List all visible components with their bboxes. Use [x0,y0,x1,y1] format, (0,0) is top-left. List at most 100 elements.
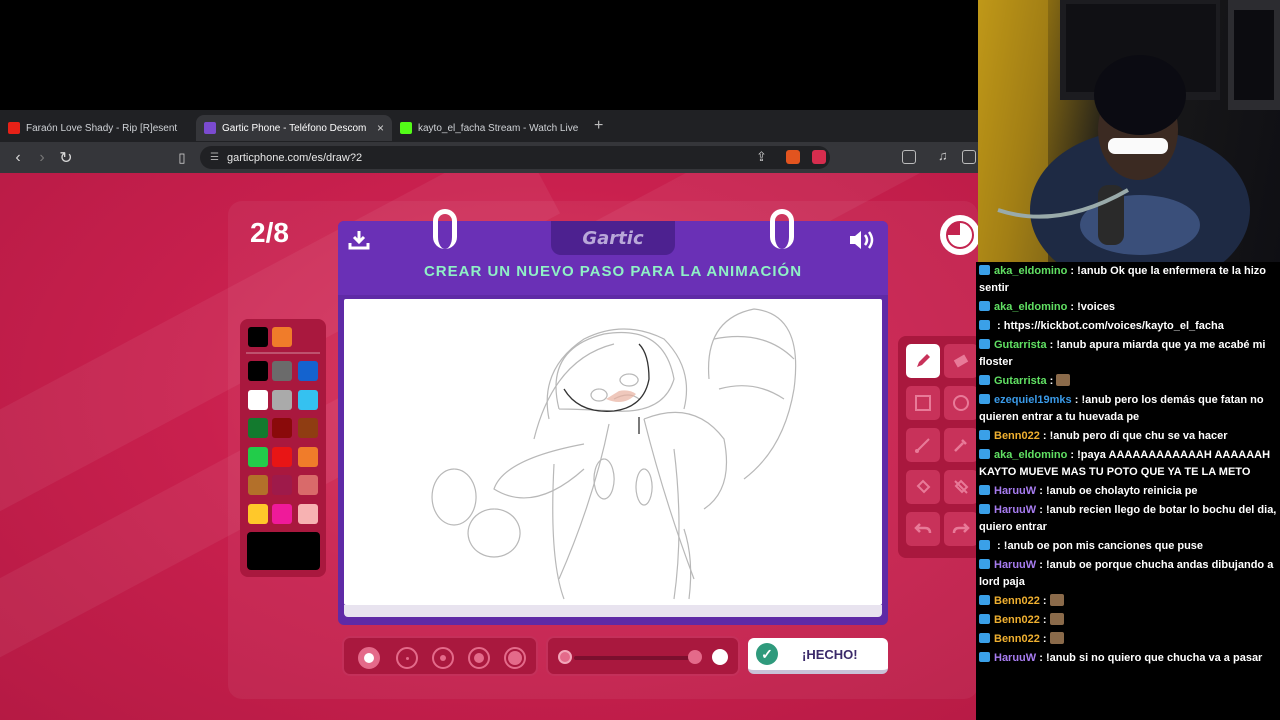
chat-username[interactable]: Benn022 [994,430,1040,442]
selected-color-preview [247,532,320,570]
circle-icon [953,395,969,411]
undo-icon [914,523,932,534]
color-swatch[interactable] [248,389,268,410]
chat-username[interactable]: Benn022 [994,633,1040,645]
color-swatch[interactable] [248,361,268,381]
tab-youtube[interactable]: Faraón Love Shady - Rip [R]esent [0,115,196,141]
bookmark-icon[interactable]: ▯ [170,150,194,166]
forward-icon[interactable]: › [30,149,54,167]
reload-icon[interactable]: ↻ [54,148,78,168]
chat-username[interactable]: HaruuW [994,485,1036,497]
chat-message: HaruuW : !anub si no quiero que chucha v… [976,649,1280,668]
color-swatch[interactable] [298,389,318,410]
brave-rewards-icon[interactable] [812,150,826,164]
drawing-canvas[interactable] [344,299,882,605]
size-option-3[interactable] [432,647,454,669]
address-bar[interactable]: ☰ garticphone.com/es/draw?2 [200,146,830,169]
chat-message: aka_eldomino : !voices [976,298,1280,317]
no-fill-tool[interactable] [944,470,978,504]
color-swatch[interactable] [298,475,318,495]
no-fill-icon [954,479,969,494]
emote-icon [1049,632,1064,644]
size-option-1[interactable] [358,647,380,669]
tab-label: Faraón Love Shady - Rip [R]esent [26,122,178,134]
kick-badge-icon [979,595,990,605]
color-swatch[interactable] [272,327,292,347]
chat-message: : !anub oe pon mis canciones que puse [976,537,1280,556]
color-swatch[interactable] [298,503,318,524]
tab-label: Gartic Phone - Teléfono Descom [222,122,367,134]
undo-tool[interactable] [906,512,940,546]
ellipse-tool[interactable] [944,386,978,420]
chat-username[interactable]: aka_eldomino [994,301,1067,313]
media-icon[interactable]: ♫ [938,148,952,163]
reader-icon[interactable] [962,150,976,164]
opacity-handle[interactable] [688,650,702,664]
color-swatch[interactable] [298,361,318,381]
timer-icon [940,215,978,255]
eraser-tool[interactable] [944,344,978,378]
chat-username[interactable]: HaruuW [994,652,1036,664]
chat-separator: : [1039,595,1050,607]
back-icon[interactable]: ‹ [6,149,30,167]
brave-shield-icon[interactable] [786,150,800,164]
size-option-2[interactable] [396,647,418,669]
color-swatch[interactable] [248,327,268,347]
line-tool[interactable] [906,428,940,462]
color-swatch[interactable] [298,446,318,467]
kick-badge-icon [979,394,990,404]
color-swatch[interactable] [272,475,292,495]
chat-username[interactable]: Benn022 [994,595,1040,607]
kick-icon [400,122,412,134]
color-swatch[interactable] [272,389,292,410]
opacity-slider[interactable] [546,636,740,676]
chat-separator: : [1039,633,1050,645]
kick-badge-icon [979,301,990,311]
webcam-feed [978,0,1280,262]
new-tab-button[interactable]: + [594,117,603,135]
color-swatch[interactable] [248,475,268,495]
site-info-icon[interactable]: ☰ [210,152,219,163]
chat-username[interactable]: ezequiel19mks [994,394,1072,406]
download-icon[interactable] [348,229,370,251]
color-swatch[interactable] [272,446,292,467]
chat-username[interactable]: Benn022 [994,614,1040,626]
tab-gartic[interactable]: Gartic Phone - Teléfono Descom × [196,115,392,141]
color-swatch[interactable] [272,418,292,438]
fill-tool[interactable] [906,470,940,504]
done-button[interactable]: ✓ ¡HECHO! [748,638,888,674]
size-option-5[interactable] [504,647,526,669]
chat-text: https://kickbot.com/voices/kayto_el_fach… [1003,320,1224,332]
color-swatch[interactable] [272,361,292,381]
redo-tool[interactable] [944,512,978,546]
color-swatch[interactable] [248,418,268,438]
sound-icon[interactable] [848,229,878,251]
chat-separator: : [1036,485,1046,497]
chat-username[interactable]: HaruuW [994,559,1036,571]
chat-text: !anub oe cholayto reinicia pe [1045,485,1198,497]
color-swatch[interactable] [272,503,292,524]
share-icon[interactable]: ⇪ [756,149,770,164]
chat-separator: : [1067,301,1078,313]
chat-username[interactable]: Gutarrista [994,339,1047,351]
rectangle-tool[interactable] [906,386,940,420]
chat-username[interactable]: HaruuW [994,504,1036,516]
color-swatch[interactable] [298,418,318,438]
binder-ring [433,209,457,249]
close-tab-icon[interactable]: × [377,121,384,135]
color-swatch[interactable] [248,503,268,524]
gartic-icon [204,122,216,134]
chat-username[interactable]: aka_eldomino [994,265,1067,277]
size-option-4[interactable] [468,647,490,669]
color-swatch[interactable] [248,446,268,467]
chat-username[interactable]: Gutarrista [994,375,1047,387]
pen-tool[interactable] [906,344,940,378]
url-text: garticphone.com/es/draw?2 [226,151,363,164]
kick-badge-icon [979,339,990,349]
chat-separator: : [1067,449,1078,461]
eyedropper-tool[interactable] [944,428,978,462]
emote-icon [1049,613,1064,625]
sidebar-icon[interactable] [902,150,916,164]
chat-username[interactable]: aka_eldomino [994,449,1067,461]
tab-kick[interactable]: kayto_el_facha Stream - Watch Live o [392,115,588,141]
